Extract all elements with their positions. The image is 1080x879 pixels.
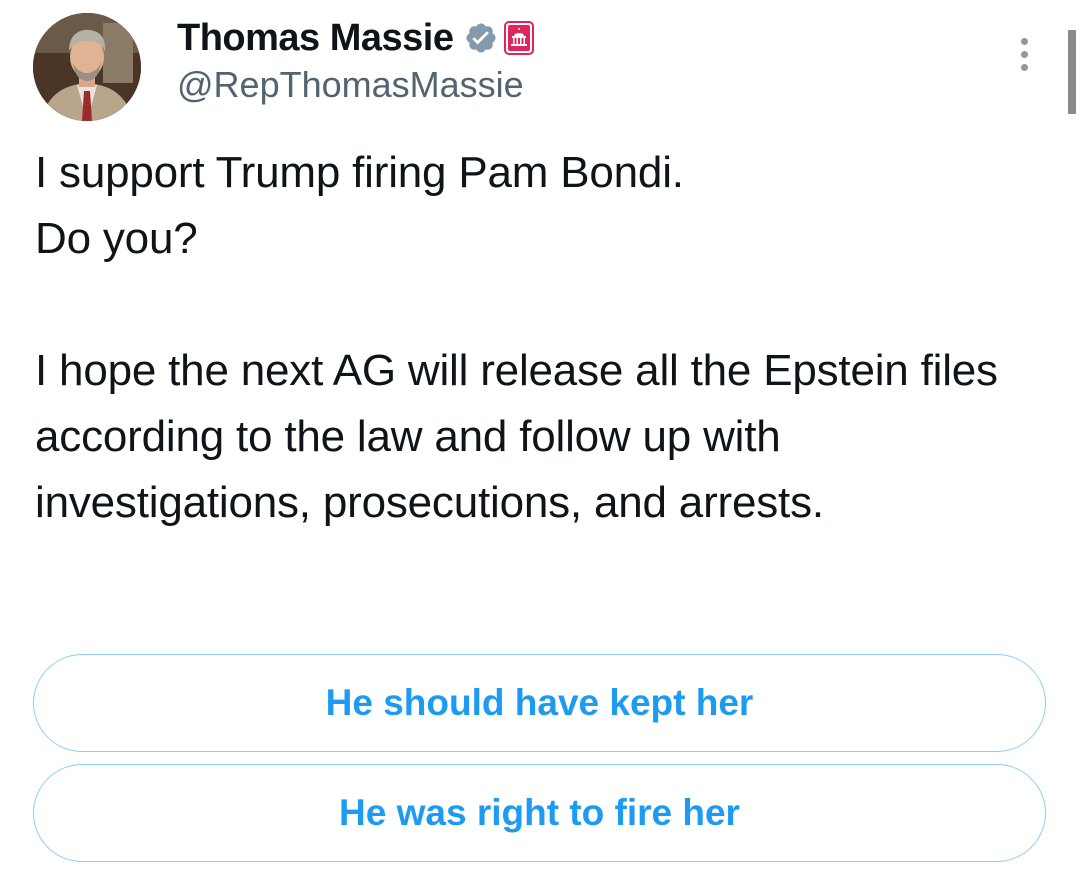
scrollbar[interactable] <box>1068 30 1076 114</box>
tweet-text: I support Trump firing Pam Bondi. Do you… <box>35 148 998 527</box>
avatar-photo <box>33 13 141 121</box>
author-handle[interactable]: @RepThomasMassie <box>177 64 524 106</box>
tweet: Thomas Massie @RepThomasMassie I support… <box>0 0 1080 879</box>
poll: He should have kept her He was right to … <box>33 654 1046 874</box>
author-display-name[interactable]: Thomas Massie <box>177 17 454 60</box>
avatar[interactable] <box>33 13 141 121</box>
capitol-affiliation-icon[interactable] <box>503 21 534 55</box>
more-options-icon[interactable] <box>1006 32 1042 76</box>
author-name-row: Thomas Massie <box>177 14 534 62</box>
more-dot <box>1020 37 1028 45</box>
poll-option-right-to-fire[interactable]: He was right to fire her <box>33 764 1046 862</box>
poll-option-kept-her[interactable]: He should have kept her <box>33 654 1046 752</box>
verified-badge-icon[interactable] <box>464 21 498 55</box>
more-dot <box>1020 50 1028 58</box>
more-dot <box>1020 63 1028 71</box>
